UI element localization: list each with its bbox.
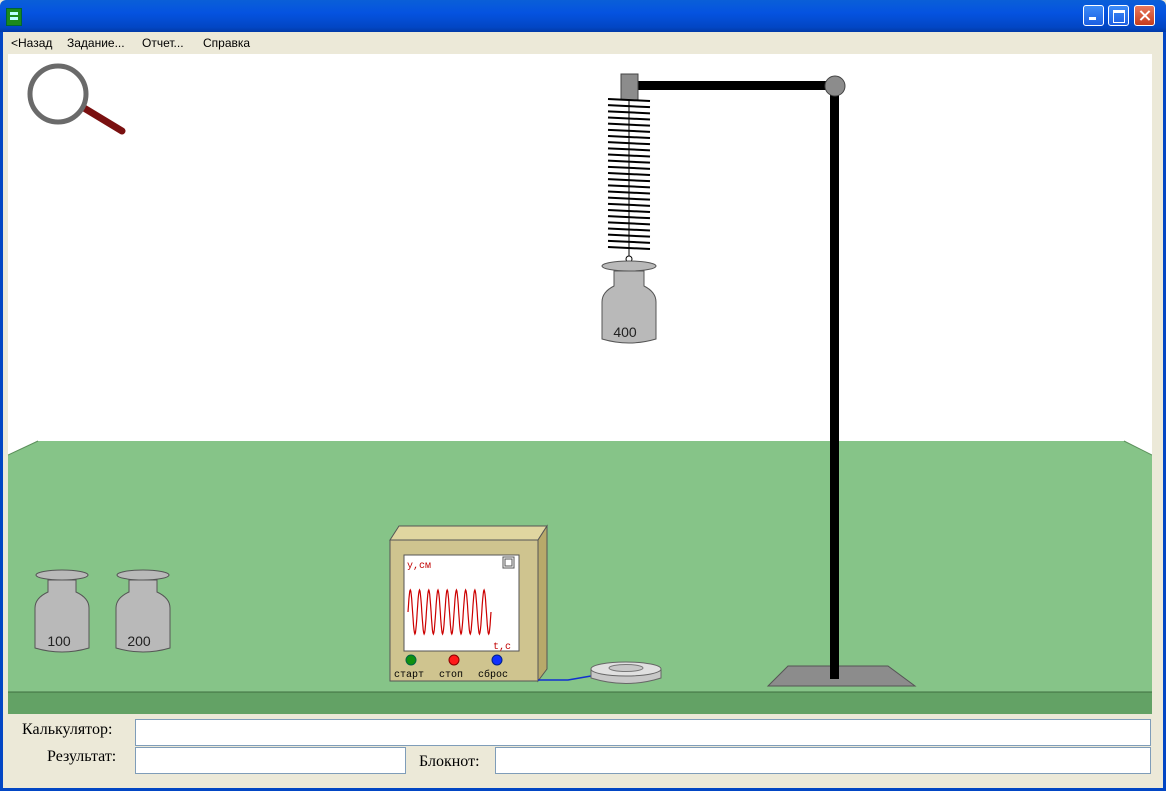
weight-100-label: 100	[47, 633, 71, 649]
reset-label: сброс	[478, 668, 508, 681]
app-icon[interactable]	[6, 8, 22, 26]
title-bar	[0, 0, 1166, 32]
weight-200-label: 200	[127, 633, 151, 649]
notebook-label: Блокнот:	[419, 753, 480, 770]
table-surface	[8, 441, 1152, 692]
result-label: Результат:	[47, 748, 117, 765]
motion-sensor[interactable]	[590, 661, 662, 684]
spring-clamp	[620, 73, 639, 101]
result-field[interactable]	[135, 747, 406, 774]
close-button[interactable]	[1134, 5, 1155, 26]
stand-rod	[830, 87, 839, 679]
minimize-button[interactable]	[1083, 5, 1104, 26]
stand-joint	[824, 75, 846, 97]
start-button[interactable]	[405, 654, 417, 666]
table-edge	[8, 692, 1152, 714]
calculator-label: Калькулятор:	[22, 721, 113, 738]
start-label: старт	[394, 670, 424, 681]
stand-arm	[633, 81, 833, 90]
y-axis-label: y,см	[407, 561, 431, 572]
maximize-button[interactable]	[1108, 5, 1129, 26]
notebook-field[interactable]	[495, 747, 1151, 774]
menu-back[interactable]: <Назад	[11, 36, 52, 50]
stop-button[interactable]	[448, 654, 460, 666]
menu-task[interactable]: Задание...	[67, 36, 125, 50]
menu-bar: <Назад Задание... Отчет... Справка	[3, 33, 1163, 53]
menu-help[interactable]: Справка	[203, 36, 250, 50]
experiment-stage: 400 100 200 y,см t,с старт стоп сброс	[8, 54, 1152, 714]
menu-report[interactable]: Отчет...	[142, 36, 184, 50]
weight-400-label: 400	[613, 324, 637, 340]
motion-recorder: y,см t,с старт стоп сброс	[389, 524, 548, 683]
calculator-input[interactable]	[135, 719, 1151, 746]
stop-label: стоп	[439, 670, 463, 681]
t-axis-label: t,с	[493, 642, 511, 653]
reset-button[interactable]	[491, 654, 503, 666]
